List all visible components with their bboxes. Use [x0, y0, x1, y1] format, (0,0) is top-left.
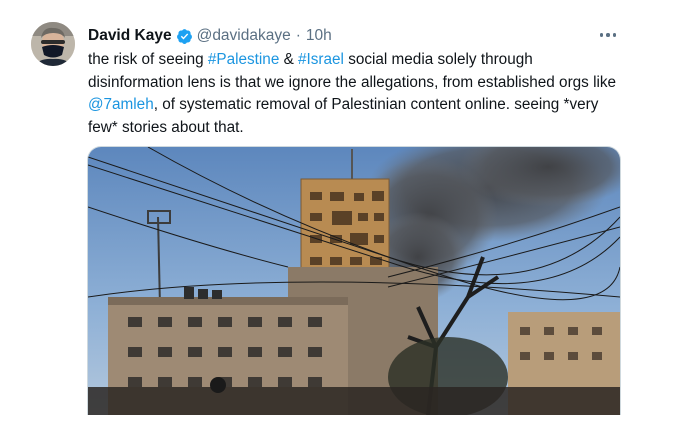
author-name[interactable]: David Kaye [88, 27, 172, 45]
separator-dot: · [295, 27, 301, 44]
hashtag-link[interactable]: #Palestine [208, 51, 279, 68]
tweet-text-part: & [279, 51, 299, 68]
more-options-icon[interactable] [596, 27, 620, 43]
mention-link[interactable]: @7amleh [88, 96, 154, 113]
tweet-text-part: , of systematic removal of Palestinian c… [88, 96, 599, 136]
avatar-photo [31, 22, 75, 66]
tweet-header: David Kaye @davidakaye · 10h [88, 25, 332, 47]
tweet-text: the risk of seeing #Palestine & #Israel … [88, 49, 628, 139]
avatar[interactable] [31, 22, 75, 66]
author-handle[interactable]: @davidakaye [197, 27, 291, 45]
tweet: David Kaye @davidakaye · 10h the risk of… [0, 0, 688, 422]
hashtag-link[interactable]: #Israel [298, 51, 344, 68]
photo-gaza-building-smoke [88, 147, 620, 415]
tweet-media-image[interactable] [87, 146, 621, 415]
tweet-text-part: the risk of seeing [88, 51, 208, 68]
timestamp[interactable]: 10h [306, 27, 332, 45]
verified-badge-icon [176, 28, 193, 45]
